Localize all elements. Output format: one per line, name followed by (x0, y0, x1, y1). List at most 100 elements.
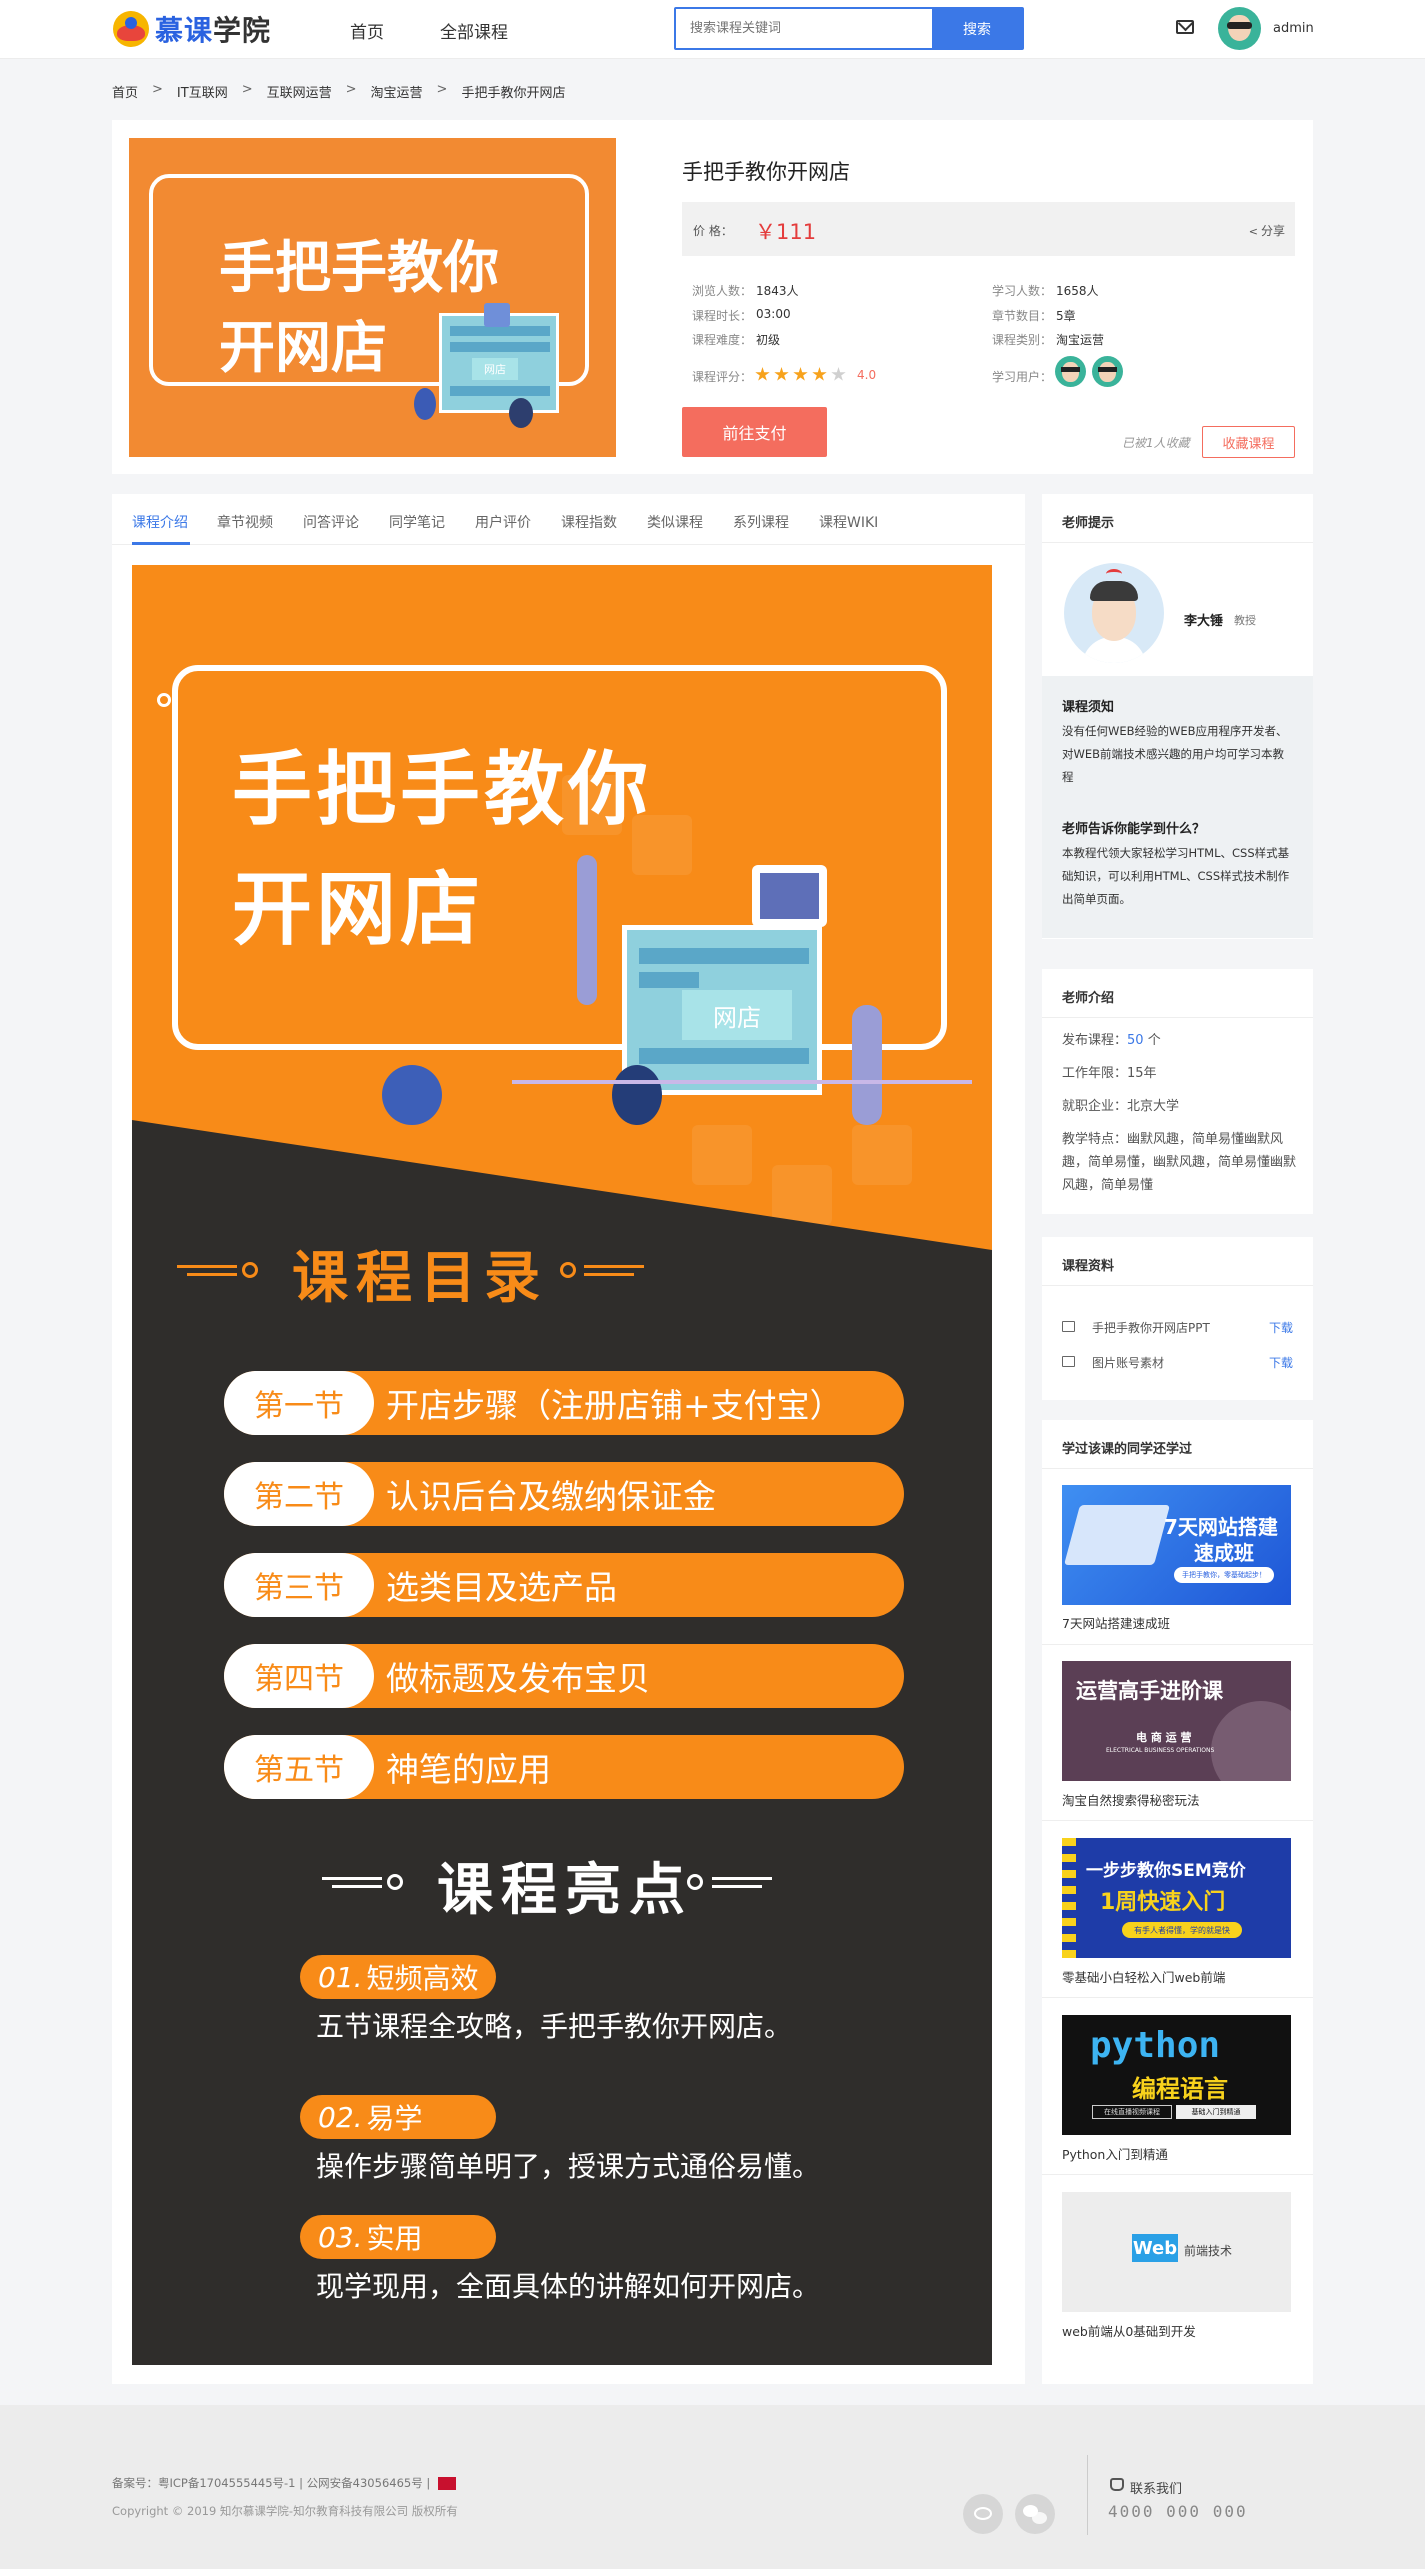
views-label: 浏览人数： (692, 284, 753, 298)
thumbnail-subtitle: 电 商 运 营 (1136, 1731, 1192, 1744)
related-course-caption[interactable]: 淘宝自然搜索得秘密玩法 (1062, 1790, 1200, 1809)
contact-phone: 4000 000 000 (1108, 2502, 1248, 2521)
footer-icp: 备案号：粤ICP备1704555445号-1 | 公网安备43056465号 | (112, 2475, 456, 2491)
poster-title-line1: 手把手教你 (232, 743, 652, 836)
tab-divider (112, 544, 1025, 545)
teacher-avatar[interactable] (1064, 563, 1164, 663)
active-tab-indicator (132, 542, 190, 545)
student-avatar[interactable] (1055, 356, 1086, 387)
section-label: 第二节 (224, 1462, 374, 1526)
related-course-caption[interactable]: Python入门到精通 (1062, 2144, 1168, 2163)
nav-home[interactable]: 首页 (350, 18, 384, 43)
highlight-badge: 01. 短频高效 (300, 1955, 496, 1999)
nav-all-courses[interactable]: 全部课程 (440, 18, 508, 43)
username[interactable]: admin (1273, 21, 1314, 36)
download-link[interactable]: 下载 (1269, 1319, 1293, 1336)
resource-item: 图片账号素材 下载 (1062, 1353, 1293, 1373)
tab-series[interactable]: 系列课程 (733, 512, 789, 532)
tab-intro[interactable]: 课程介绍 (132, 512, 188, 532)
star-icon (774, 367, 789, 381)
thumbnail-title: 7天网站搭建 (1164, 1515, 1278, 1539)
course-detail-panel: 课程介绍 章节视频 问答评论 同学笔记 用户评价 课程指数 类似课程 系列课程 … (112, 494, 1025, 2384)
related-course-caption[interactable]: 7天网站搭建速成班 (1062, 1613, 1170, 1632)
star-icon (831, 367, 846, 381)
item-divider (1042, 1820, 1313, 1821)
learners-label: 学习人数： (992, 284, 1053, 298)
tab-index[interactable]: 课程指数 (561, 512, 617, 532)
tab-qa[interactable]: 问答评论 (303, 512, 359, 532)
teacher-tips-title: 老师提示 (1062, 516, 1115, 531)
poster-store-label: 网店 (682, 990, 792, 1040)
tab-similar[interactable]: 类似课程 (647, 512, 703, 532)
section-text: 选类目及选产品 (386, 1568, 617, 1607)
highlight-text: 操作步骤简单明了，授课方式通俗易懂。 (316, 2150, 821, 2183)
course-resources-card: 课程资料 手把手教你开网店PPT 下载 图片账号素材 下载 (1042, 1237, 1313, 1400)
item-divider (1042, 1997, 1313, 1998)
related-course-caption[interactable]: web前端从0基础到开发 (1062, 2321, 1196, 2340)
related-course-thumbnail[interactable]: 一步步教你SEM竞价 1周快速入门 有手人者得懂，学的就是快 (1062, 1838, 1291, 1958)
poster-pen (852, 1005, 882, 1125)
related-course-caption[interactable]: 零基础小白轻松入门web前端 (1062, 1967, 1225, 1986)
difficulty-label: 课程难度： (692, 333, 753, 347)
poster-ground-line (512, 1080, 972, 1084)
related-course-thumbnail[interactable]: 7天网站搭建 速成班 手把手教你，零基础起步！ (1062, 1485, 1291, 1605)
learners-value: 1658人 (1056, 284, 1099, 298)
highlight-text: 现学现用，全面具体的讲解如何开网店。 (316, 2270, 821, 2303)
price-label: 价 格： (693, 224, 733, 238)
teacher-name[interactable]: 李大锤 (1184, 610, 1223, 629)
category-value: 淘宝运营 (1056, 333, 1105, 347)
section-item: 第四节 做标题及发布宝贝 (224, 1644, 904, 1708)
weibo-icon[interactable] (963, 2494, 1003, 2534)
section-item: 第二节 认识后台及缴纳保证金 (224, 1462, 904, 1526)
decorative-ring (687, 1874, 703, 1890)
chapters-label: 章节数目： (992, 309, 1053, 323)
course-cover-image: 手把手教你 开网店 网店 (129, 138, 616, 457)
breadcrumb-item[interactable]: 互联网运营 (267, 82, 332, 101)
share-button[interactable]: < 分享 (1249, 222, 1285, 239)
mail-icon[interactable] (1176, 20, 1194, 34)
thumbnail-subtitle: 手把手教你，零基础起步！ (1174, 1567, 1274, 1583)
thumbnail-title: 一步步教你SEM竞价 (1086, 1861, 1246, 1881)
related-course-thumbnail[interactable]: Web 前端技术 (1062, 2192, 1291, 2312)
cover-title-line1: 手把手教你 (219, 236, 499, 301)
site-logo[interactable]: 慕课 学院 (113, 10, 271, 48)
teacher-courses-count[interactable]: 50 (1127, 1033, 1144, 1048)
decorative-ring (560, 1262, 576, 1278)
section-text: 开店步骤（注册店铺+支付宝） (386, 1386, 843, 1425)
section-item: 第三节 选类目及选产品 (224, 1553, 904, 1617)
course-title: 手把手教你开网店 (682, 160, 850, 184)
breadcrumb-item[interactable]: 淘宝运营 (371, 82, 423, 101)
poster-picture-icon (752, 865, 827, 927)
student-avatar[interactable] (1092, 356, 1123, 387)
notice-heading: 课程须知 (1062, 700, 1115, 715)
tab-reviews[interactable]: 用户评价 (475, 512, 531, 532)
thumbnail-title: 1周快速入门 (1100, 1890, 1226, 1915)
contact-label: 联系我们 (1130, 2482, 1183, 2497)
footer-copyright: Copyright © 2019 知尔慕课学院-知尔教育科技有限公司 版权所有 (112, 2504, 458, 2518)
download-link[interactable]: 下载 (1269, 1354, 1293, 1371)
item-divider (1042, 2174, 1313, 2175)
resource-name: 图片账号素材 (1092, 1356, 1165, 1370)
highlight-text: 五节课程全攻略，手把手教你开网店。 (316, 2010, 793, 2043)
thumbnail-subtitle: ELECTRICAL BUSINESS OPERATIONS (1106, 1747, 1215, 1754)
related-course-thumbnail[interactable]: 运营高手进阶课 电 商 运 营 ELECTRICAL BUSINESS OPER… (1062, 1661, 1291, 1781)
decorative-line (322, 1877, 382, 1880)
share-icon: < (1248, 225, 1258, 238)
tab-wiki[interactable]: 课程WIKI (819, 512, 878, 532)
wechat-icon[interactable] (1015, 2494, 1055, 2534)
certification-badge-icon[interactable] (437, 2477, 456, 2490)
star-icon (812, 367, 827, 381)
logo-text-secondary: 学院 (213, 14, 272, 47)
poster-person (612, 1065, 662, 1125)
breadcrumb-item[interactable]: IT互联网 (177, 82, 228, 101)
favorite-button[interactable]: 收藏课程 (1202, 426, 1295, 458)
search-input[interactable] (676, 9, 932, 48)
tab-notes[interactable]: 同学笔记 (389, 512, 445, 532)
related-course-thumbnail[interactable]: python 编程语言 在线直播视频课程 基础入门到精通 (1062, 2015, 1291, 2135)
breadcrumb-item[interactable]: 首页 (112, 82, 138, 101)
highlight-number: 01. (318, 1960, 363, 1994)
user-avatar[interactable] (1218, 7, 1261, 50)
pay-button[interactable]: 前往支付 (682, 407, 827, 457)
tab-videos[interactable]: 章节视频 (217, 512, 273, 532)
search-button[interactable]: 搜索 (932, 9, 1022, 48)
